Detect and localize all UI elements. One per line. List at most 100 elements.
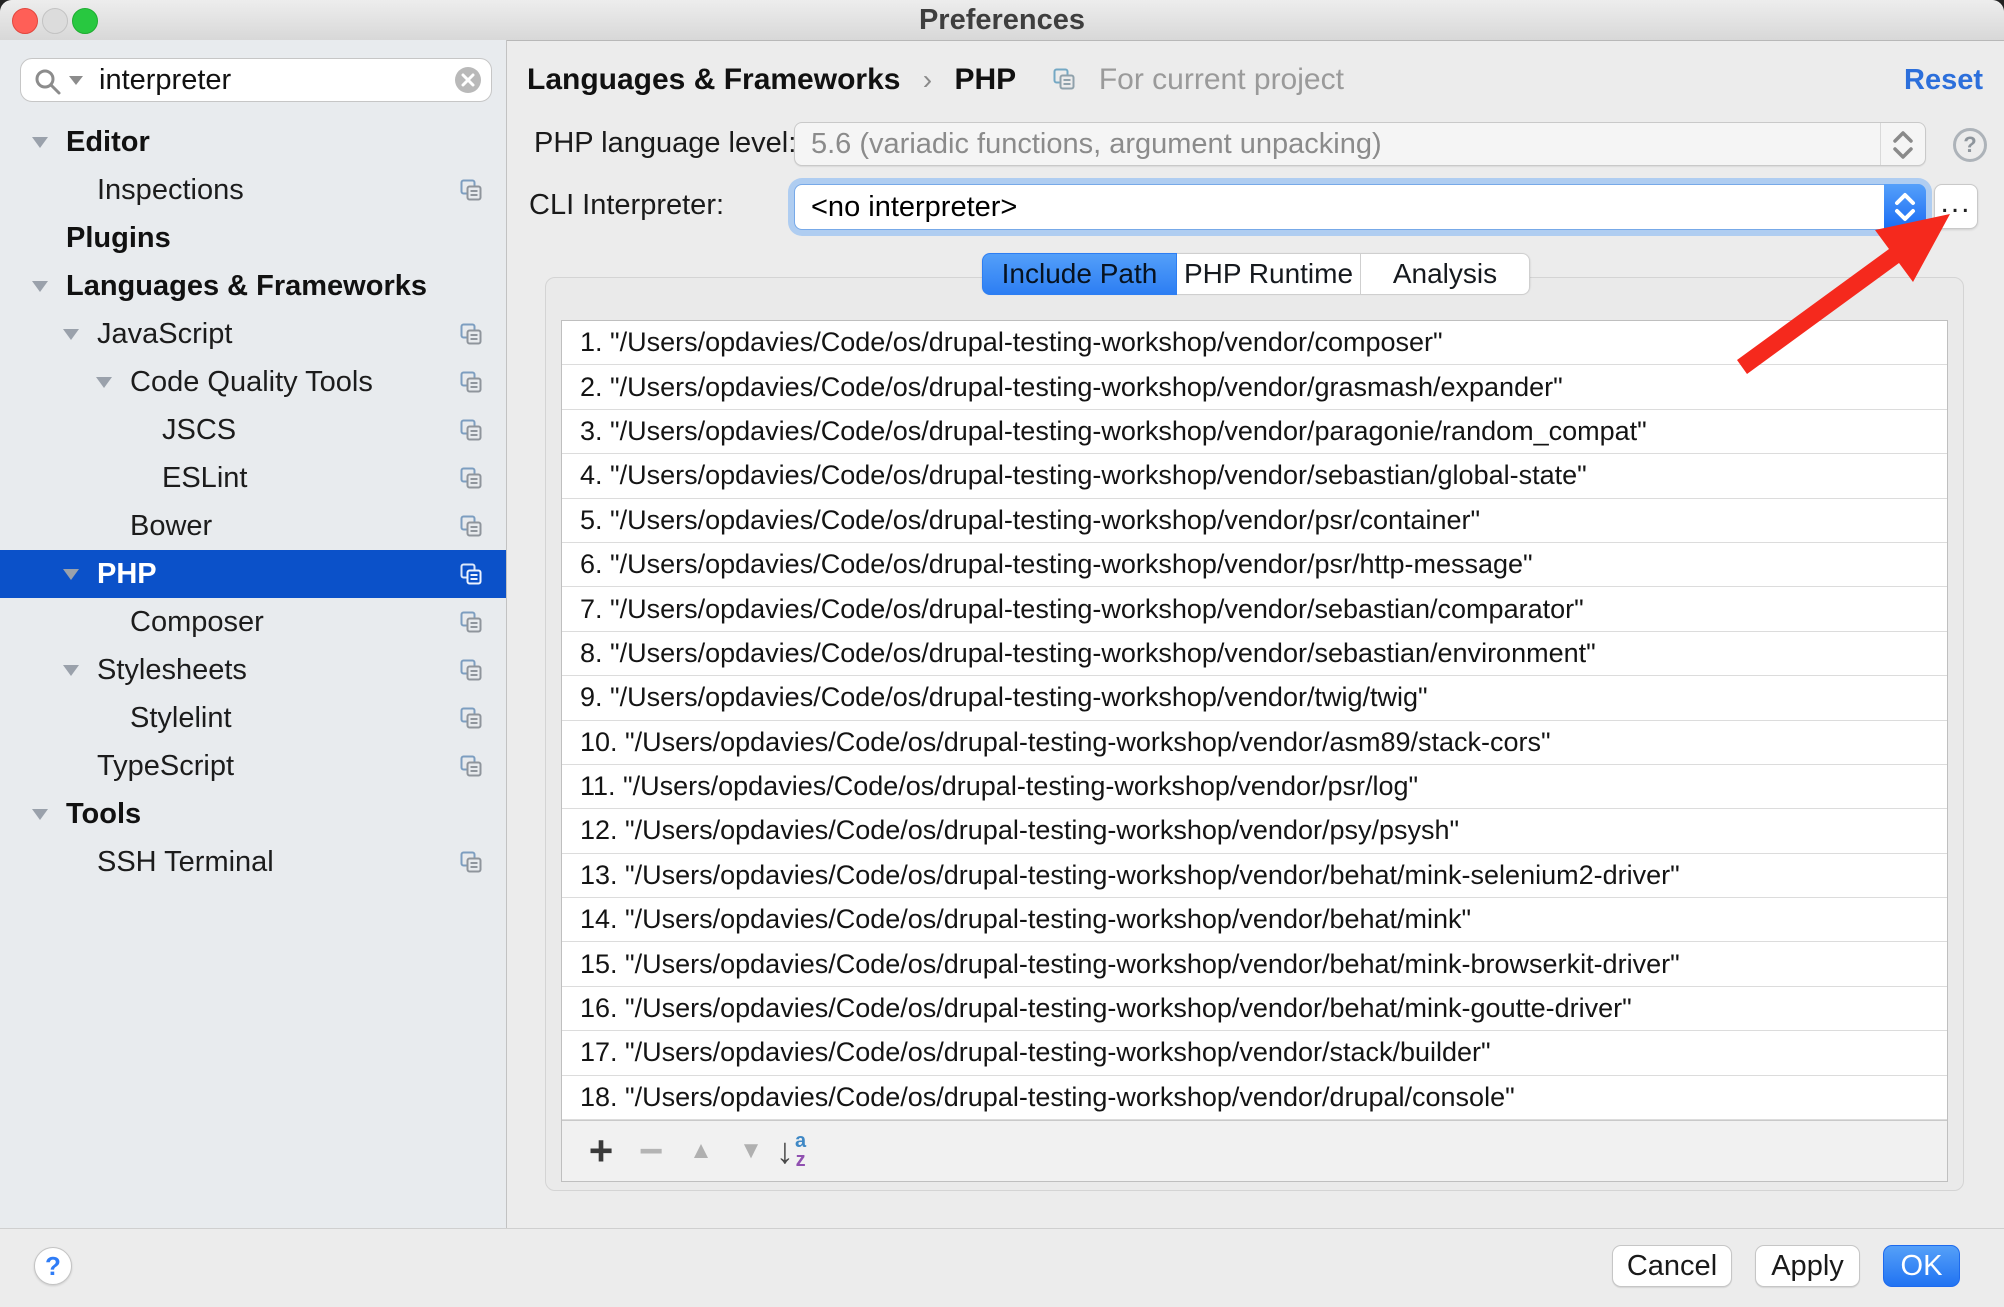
include-path-row[interactable]: 2. "/Users/opdavies/Code/os/drupal-testi… (562, 365, 1947, 409)
expand-arrow-icon[interactable] (32, 809, 48, 820)
include-path-row[interactable]: 8. "/Users/opdavies/Code/os/drupal-testi… (562, 632, 1947, 676)
search-icon[interactable] (33, 67, 63, 97)
include-path-list-wrap: 1. "/Users/opdavies/Code/os/drupal-testi… (561, 320, 1948, 1182)
tree-item-label: Languages & Frameworks (66, 262, 427, 310)
combo-stepper-icon[interactable] (1884, 184, 1926, 230)
tab-php-runtime[interactable]: PHP Runtime (1177, 253, 1361, 295)
ok-button[interactable]: OK (1883, 1245, 1960, 1287)
copy-settings-icon (458, 753, 484, 779)
apply-button[interactable]: Apply (1755, 1245, 1860, 1287)
expand-arrow-icon[interactable] (63, 665, 79, 676)
tree-item-label: Plugins (66, 214, 171, 262)
tree-item-label: Inspections (97, 166, 244, 214)
search-filter-caret-icon[interactable] (69, 76, 83, 85)
sidebar-item-composer[interactable]: Composer (0, 598, 506, 646)
language-level-value: 5.6 (variadic functions, argument unpack… (811, 123, 1382, 165)
include-path-row[interactable]: 16. "/Users/opdavies/Code/os/drupal-test… (562, 987, 1947, 1031)
copy-settings-icon (458, 657, 484, 683)
search-field[interactable] (20, 58, 492, 102)
include-path-row[interactable]: 1. "/Users/opdavies/Code/os/drupal-testi… (562, 321, 1947, 365)
include-path-row[interactable]: 3. "/Users/opdavies/Code/os/drupal-testi… (562, 410, 1947, 454)
include-path-row[interactable]: 9. "/Users/opdavies/Code/os/drupal-testi… (562, 676, 1947, 720)
dropdown-stepper-icon[interactable] (1880, 123, 1925, 165)
window-title: Preferences (0, 0, 2004, 40)
expand-arrow-icon[interactable] (32, 281, 48, 292)
include-path-row[interactable]: 5. "/Users/opdavies/Code/os/drupal-testi… (562, 499, 1947, 543)
sidebar-item-code-quality-tools[interactable]: Code Quality Tools (0, 358, 506, 406)
sidebar-item-eslint[interactable]: ESLint (0, 454, 506, 502)
expand-arrow-icon[interactable] (63, 569, 79, 580)
tab-analysis[interactable]: Analysis (1361, 253, 1530, 295)
cli-interpreter-value: <no interpreter> (811, 185, 1017, 229)
sidebar-item-inspections[interactable]: Inspections (0, 166, 506, 214)
sidebar-item-stylelint[interactable]: Stylelint (0, 694, 506, 742)
browse-interpreters-button[interactable]: ... (1934, 184, 1978, 229)
expand-arrow-icon[interactable] (96, 377, 112, 388)
copy-settings-icon (458, 561, 484, 587)
cancel-button[interactable]: Cancel (1612, 1245, 1732, 1287)
project-scope-icon (1051, 66, 1077, 92)
clear-search-icon[interactable] (455, 67, 481, 93)
include-path-row[interactable]: 6. "/Users/opdavies/Code/os/drupal-testi… (562, 543, 1947, 587)
copy-settings-icon (458, 705, 484, 731)
help-button[interactable]: ? (34, 1247, 72, 1285)
move-up-button[interactable]: ▲ (676, 1137, 726, 1165)
sidebar-item-tools[interactable]: Tools (0, 790, 506, 838)
breadcrumb: Languages & Frameworks › PHP For current… (527, 60, 1344, 100)
sidebar-item-php[interactable]: PHP (0, 550, 506, 598)
sidebar-item-javascript[interactable]: JavaScript (0, 310, 506, 358)
sidebar-item-bower[interactable]: Bower (0, 502, 506, 550)
include-path-row[interactable]: 4. "/Users/opdavies/Code/os/drupal-testi… (562, 454, 1947, 498)
language-level-help-icon[interactable]: ? (1953, 128, 1987, 162)
sidebar-item-editor[interactable]: Editor (0, 118, 506, 166)
include-path-row[interactable]: 18. "/Users/opdavies/Code/os/drupal-test… (562, 1076, 1947, 1120)
include-path-row[interactable]: 14. "/Users/opdavies/Code/os/drupal-test… (562, 898, 1947, 942)
copy-settings-icon (458, 369, 484, 395)
move-down-button[interactable]: ▼ (726, 1137, 776, 1165)
copy-settings-icon (458, 417, 484, 443)
copy-settings-icon (458, 177, 484, 203)
search-input[interactable] (97, 62, 451, 98)
copy-settings-icon (458, 321, 484, 347)
sidebar-item-typescript[interactable]: TypeScript (0, 742, 506, 790)
tab-include-path[interactable]: Include Path (982, 253, 1177, 295)
language-level-dropdown[interactable]: 5.6 (variadic functions, argument unpack… (794, 122, 1926, 166)
sidebar-item-stylesheets[interactable]: Stylesheets (0, 646, 506, 694)
include-path-list: 1. "/Users/opdavies/Code/os/drupal-testi… (562, 321, 1947, 1120)
copy-settings-icon (458, 849, 484, 875)
language-level-label: PHP language level: (534, 122, 796, 164)
tree-item-label: Code Quality Tools (130, 358, 373, 406)
sidebar-item-ssh-terminal[interactable]: SSH Terminal (0, 838, 506, 886)
copy-settings-icon (458, 513, 484, 539)
add-path-button[interactable]: + (576, 1127, 626, 1175)
tree-item-label: TypeScript (97, 742, 234, 790)
preferences-window: Preferences Editor Inspections (0, 0, 2004, 1307)
reset-link[interactable]: Reset (1904, 60, 1983, 100)
scope-label: For current project (1099, 63, 1344, 96)
breadcrumb-separator: › (909, 64, 946, 95)
copy-settings-icon (458, 609, 484, 635)
include-path-row[interactable]: 17. "/Users/opdavies/Code/os/drupal-test… (562, 1031, 1947, 1075)
include-path-row[interactable]: 12. "/Users/opdavies/Code/os/drupal-test… (562, 809, 1947, 853)
tree-item-label: Bower (130, 502, 212, 550)
tree-item-label: JSCS (162, 406, 236, 454)
include-path-row[interactable]: 13. "/Users/opdavies/Code/os/drupal-test… (562, 854, 1947, 898)
sidebar-item-plugins[interactable]: Plugins (0, 214, 506, 262)
cli-interpreter-combo[interactable]: <no interpreter> (794, 184, 1926, 230)
sort-arrow-icon: ↓ (776, 1130, 794, 1172)
sidebar-item-jscs[interactable]: JSCS (0, 406, 506, 454)
include-path-row[interactable]: 15. "/Users/opdavies/Code/os/drupal-test… (562, 942, 1947, 986)
remove-path-button[interactable]: − (626, 1127, 676, 1175)
cli-interpreter-label: CLI Interpreter: (529, 184, 724, 226)
sort-alphabetically-button[interactable]: ↓ a z (776, 1130, 826, 1172)
breadcrumb-php[interactable]: PHP (954, 63, 1016, 96)
sidebar-item-languages-frameworks[interactable]: Languages & Frameworks (0, 262, 506, 310)
include-path-row[interactable]: 11. "/Users/opdavies/Code/os/drupal-test… (562, 765, 1947, 809)
expand-arrow-icon[interactable] (32, 137, 48, 148)
expand-arrow-icon[interactable] (63, 329, 79, 340)
include-path-row[interactable]: 7. "/Users/opdavies/Code/os/drupal-testi… (562, 587, 1947, 631)
tree-item-label: JavaScript (97, 310, 232, 358)
tree-item-label: PHP (97, 550, 157, 598)
include-path-row[interactable]: 10. "/Users/opdavies/Code/os/drupal-test… (562, 721, 1947, 765)
breadcrumb-languages-frameworks[interactable]: Languages & Frameworks (527, 63, 900, 96)
